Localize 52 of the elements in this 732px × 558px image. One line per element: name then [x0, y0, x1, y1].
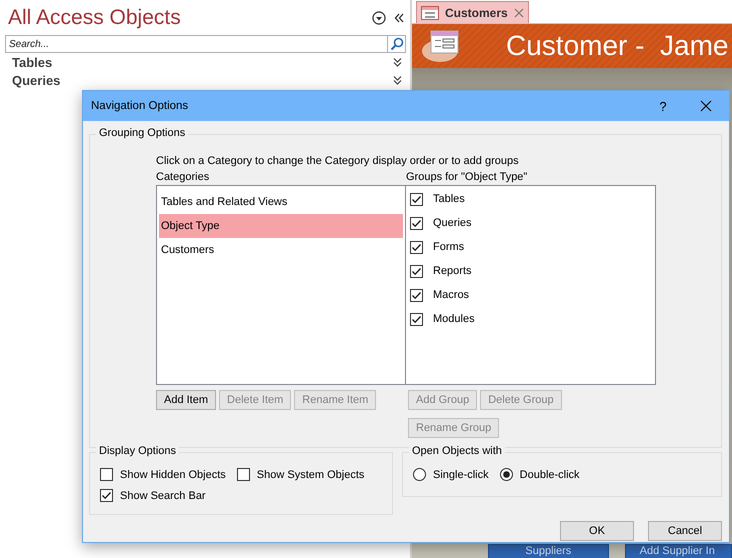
category-item[interactable]: Tables and Related Views	[159, 190, 403, 214]
group-label: Queries	[433, 217, 472, 229]
checkbox[interactable]	[410, 312, 423, 326]
list-action-button[interactable]: Add Item	[156, 390, 216, 410]
panel-legend: Open Objects with	[409, 445, 505, 457]
close-icon[interactable]	[700, 100, 712, 112]
dialog-button[interactable]: Cancel	[648, 521, 722, 541]
group-label: Macros	[433, 289, 470, 301]
expand-icon[interactable]	[393, 57, 402, 67]
category-item[interactable]: Object Type	[159, 214, 403, 238]
group-label: Tables	[433, 193, 465, 205]
search-field[interactable]: Search...	[5, 35, 387, 53]
dialog-title: Navigation Options	[91, 100, 190, 112]
panel-legend: Display Options	[96, 445, 180, 457]
panel-legend: Grouping Options	[96, 127, 188, 139]
checkbox[interactable]	[100, 468, 113, 481]
option-label: Double-click	[520, 468, 580, 480]
instruction-text: Click on a Category to change the Category display order or to add groups	[156, 155, 520, 169]
form-title: Customer - Jame	[506, 30, 728, 62]
collapse-icon[interactable]	[394, 13, 404, 23]
checkbox[interactable]	[410, 240, 423, 254]
pane-title: All Access Objects	[8, 6, 182, 30]
category-item[interactable]: Customers	[159, 238, 403, 262]
document-tab[interactable]: Customers	[416, 1, 529, 23]
checkbox[interactable]	[410, 216, 423, 230]
checkbox[interactable]	[410, 264, 423, 278]
group-header[interactable]: Queries	[12, 72, 393, 88]
expand-icon[interactable]	[393, 75, 402, 85]
search-icon[interactable]	[390, 37, 404, 51]
group-label: Forms	[433, 241, 464, 253]
group-header[interactable]: Tables	[12, 54, 393, 70]
help-button[interactable]: ?	[643, 98, 683, 114]
checkbox[interactable]	[410, 288, 423, 302]
checkbox[interactable]	[410, 192, 423, 206]
checkbox[interactable]	[236, 468, 250, 481]
dialog-button[interactable]: OK	[560, 521, 634, 541]
list-label: Groups for "Object Type"	[406, 171, 528, 185]
form-button[interactable]: Add Supplier In	[624, 544, 732, 558]
option-label: Single-click	[433, 468, 489, 480]
dropdown-icon[interactable]	[372, 11, 386, 25]
option-label: Show System Objects	[256, 468, 364, 480]
radio-button[interactable]	[413, 468, 426, 481]
form-button[interactable]: Suppliers	[488, 544, 609, 558]
option-label: Show Search Bar	[120, 490, 206, 502]
option-label: Show Hidden Objects	[120, 468, 226, 480]
checkbox[interactable]	[100, 489, 113, 502]
list-label: Categories	[156, 171, 210, 185]
group-label: Reports	[433, 265, 472, 277]
tab-label: Customers	[445, 6, 508, 20]
radio-button[interactable]	[500, 468, 513, 481]
form-icon	[421, 6, 439, 20]
group-label: Modules	[433, 313, 475, 325]
